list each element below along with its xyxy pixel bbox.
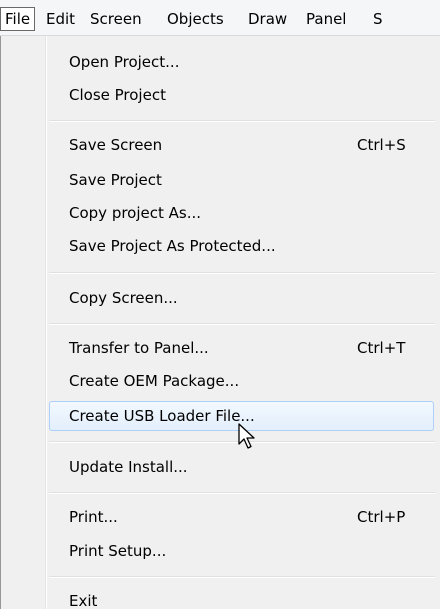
- menu-separator: [49, 323, 435, 325]
- menu-item-save-project[interactable]: Save Project: [1, 164, 435, 196]
- menu-item-save-project-as-protected[interactable]: Save Project As Protected...: [1, 230, 435, 262]
- menu-item-update-install[interactable]: Update Install...: [1, 451, 435, 483]
- menu-s-truncated[interactable]: S: [373, 7, 383, 31]
- menu-item-label: Close Project: [69, 86, 166, 104]
- menu-item-shortcut: Ctrl+T: [357, 339, 406, 357]
- menu-item-label: Create OEM Package...: [69, 372, 240, 390]
- menu-separator: [49, 272, 435, 274]
- menu-screen[interactable]: Screen: [90, 7, 142, 31]
- menu-item-label: Update Install...: [69, 458, 188, 476]
- file-menu-dropdown: Open Project... Close Project Save Scree…: [0, 36, 440, 609]
- menu-item-copy-project-as[interactable]: Copy project As...: [1, 197, 435, 229]
- menu-panel[interactable]: Panel: [306, 7, 346, 31]
- menu-item-transfer-to-panel[interactable]: Transfer to Panel... Ctrl+T: [1, 332, 435, 364]
- menu-item-print-setup[interactable]: Print Setup...: [1, 535, 435, 567]
- arrow-pointer-icon: [238, 423, 255, 449]
- menu-item-shortcut: Ctrl+P: [357, 508, 406, 526]
- menu-item-label: Save Screen: [69, 136, 163, 154]
- menu-item-print[interactable]: Print... Ctrl+P: [1, 501, 435, 533]
- menu-draw[interactable]: Draw: [248, 7, 287, 31]
- menu-item-create-usb-loader-file[interactable]: Create USB Loader File...: [1, 400, 435, 432]
- menu-item-label: Exit: [69, 592, 98, 609]
- menu-item-open-project[interactable]: Open Project...: [1, 46, 435, 78]
- menu-item-shortcut: Ctrl+S: [357, 136, 406, 154]
- application-window: File Edit Screen Objects Draw Panel S Op…: [0, 0, 440, 609]
- menu-separator: [49, 120, 435, 122]
- menu-item-label: Copy Screen...: [69, 289, 178, 307]
- menu-item-save-screen[interactable]: Save Screen Ctrl+S: [1, 129, 435, 161]
- menu-separator: [49, 576, 435, 578]
- menu-item-label: Copy project As...: [69, 204, 202, 222]
- menu-item-label: Save Project: [69, 171, 162, 189]
- menu-item-label: Print...: [69, 508, 118, 526]
- menu-file[interactable]: File: [0, 7, 36, 31]
- menu-separator: [49, 492, 435, 494]
- menu-item-label: Create USB Loader File...: [69, 407, 255, 425]
- menu-item-label: Print Setup...: [69, 542, 167, 560]
- menu-edit[interactable]: Edit: [46, 7, 75, 31]
- menu-item-label: Transfer to Panel...: [69, 339, 209, 357]
- menu-bar: File Edit Screen Objects Draw Panel S: [0, 0, 440, 36]
- menu-objects[interactable]: Objects: [167, 7, 224, 31]
- menu-item-close-project[interactable]: Close Project: [1, 79, 435, 111]
- menu-item-create-oem-package[interactable]: Create OEM Package...: [1, 365, 435, 397]
- menu-item-label: Save Project As Protected...: [69, 237, 276, 255]
- menu-item-copy-screen[interactable]: Copy Screen...: [1, 282, 435, 314]
- menu-item-exit[interactable]: Exit: [1, 585, 435, 609]
- menu-item-label: Open Project...: [69, 53, 180, 71]
